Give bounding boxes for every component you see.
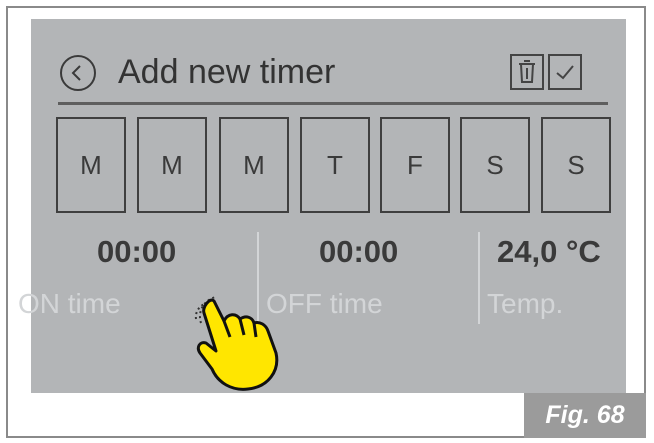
- figure-label: Fig. 68: [524, 393, 646, 438]
- day-wednesday[interactable]: M: [219, 117, 289, 213]
- day-saturday[interactable]: S: [460, 117, 530, 213]
- day-sunday[interactable]: S: [541, 117, 611, 213]
- title-divider: [58, 102, 608, 105]
- confirm-button[interactable]: [548, 54, 582, 90]
- day-friday[interactable]: F: [380, 117, 450, 213]
- off-time-value[interactable]: 00:00: [319, 232, 398, 272]
- delete-button[interactable]: [510, 54, 544, 90]
- column-divider: [478, 232, 480, 324]
- trash-icon: [519, 60, 535, 83]
- off-time-label: OFF time: [266, 288, 383, 319]
- temperature-label: Temp.: [487, 288, 564, 319]
- temperature-value[interactable]: 24,0 °C: [497, 232, 601, 272]
- back-button[interactable]: [60, 55, 96, 91]
- page-title: Add new timer: [118, 53, 336, 91]
- day-tuesday[interactable]: M: [137, 117, 207, 213]
- day-thursday[interactable]: T: [300, 117, 370, 213]
- check-icon: [556, 65, 574, 80]
- on-time-value[interactable]: 00:00: [97, 232, 176, 272]
- pointing-hand-icon: [194, 296, 279, 391]
- on-time-label: ON time: [18, 288, 121, 319]
- chevron-left-icon: [71, 65, 81, 81]
- day-monday[interactable]: M: [56, 117, 126, 213]
